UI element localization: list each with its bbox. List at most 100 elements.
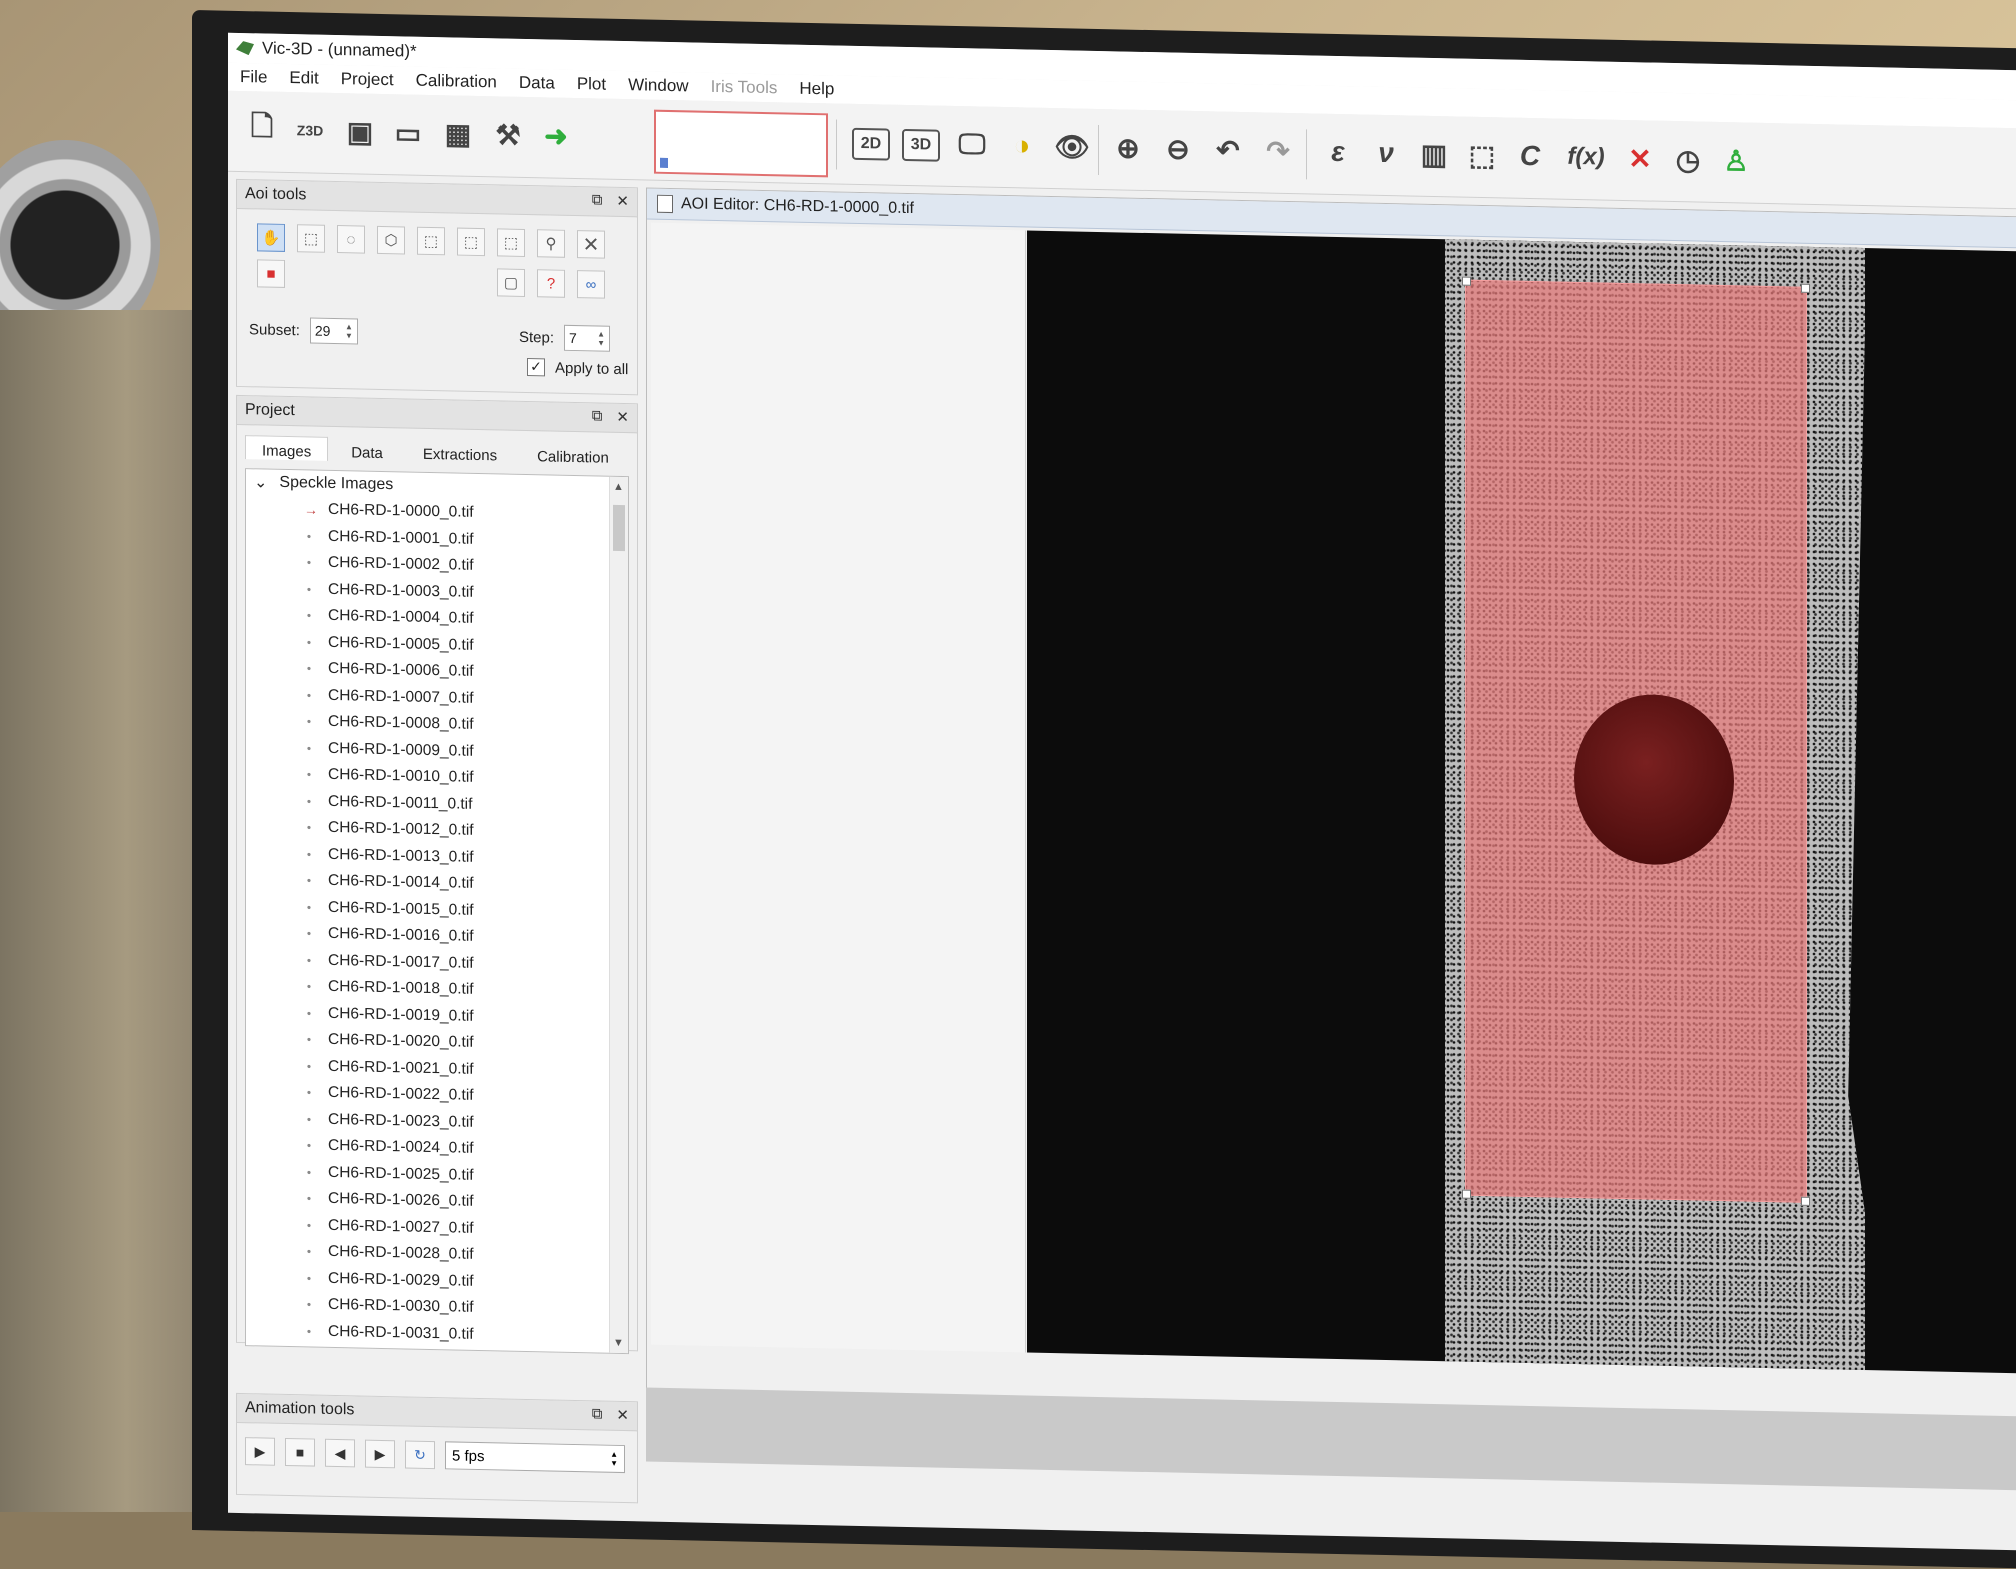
float-icon[interactable]: ⧉ bbox=[592, 1405, 603, 1423]
poly-select-icon[interactable]: ⬡ bbox=[377, 225, 405, 255]
menu-iris-tools[interactable]: Iris Tools bbox=[711, 77, 778, 98]
delete-icon[interactable]: ✕ bbox=[1620, 138, 1660, 179]
bullet-icon: • bbox=[306, 1191, 312, 1206]
help-icon[interactable]: ? bbox=[537, 269, 565, 298]
tab-data[interactable]: Data bbox=[334, 437, 400, 462]
zoom-in-icon[interactable]: ⊕ bbox=[1108, 127, 1148, 168]
rect-select-icon[interactable]: ⬚ bbox=[297, 224, 325, 253]
grid-icon[interactable]: ▢ bbox=[497, 268, 525, 297]
specimen bbox=[1445, 230, 1865, 1373]
aoi-handle[interactable] bbox=[1462, 1189, 1471, 1199]
seed-point-icon[interactable]: ⚲ bbox=[537, 229, 565, 258]
float-icon[interactable]: ⧉ bbox=[592, 407, 603, 425]
cabinet bbox=[0, 310, 210, 1512]
file-name: CH6-RD-1-0019_0.tif bbox=[328, 1004, 474, 1025]
eye-icon[interactable]: 👁 bbox=[1052, 126, 1092, 167]
close-icon[interactable]: ✕ bbox=[616, 408, 629, 426]
monitor: Vic-3D - (unnamed)* File Edit Project Ca… bbox=[192, 10, 2016, 1569]
scroll-thumb[interactable] bbox=[613, 504, 625, 552]
file-name: CH6-RD-1-0011_0.tif bbox=[328, 792, 473, 813]
subset-spinbox[interactable]: 29 ▲ ▼ bbox=[309, 317, 358, 345]
close-icon[interactable]: ✕ bbox=[616, 1406, 629, 1424]
bullet-icon: • bbox=[306, 1218, 312, 1233]
file-name: CH6-RD-1-0009_0.tif bbox=[328, 739, 474, 760]
menu-window[interactable]: Window bbox=[628, 75, 688, 96]
poly-cut-icon[interactable]: ⬚ bbox=[497, 228, 525, 257]
stop-icon[interactable]: ■ bbox=[285, 1437, 315, 1467]
monitor-icon[interactable]: 🖵 bbox=[952, 124, 992, 165]
tab-calibration[interactable]: Calibration bbox=[520, 441, 626, 467]
subset-row: Subset: 29 ▲ ▼ bbox=[249, 316, 358, 345]
color-icon[interactable]: ■ bbox=[257, 259, 285, 288]
file-name: CH6-RD-1-0020_0.tif bbox=[328, 1031, 474, 1052]
redo-icon[interactable]: ↷ bbox=[1258, 130, 1298, 171]
menu-file[interactable]: File bbox=[240, 67, 267, 88]
menu-data[interactable]: Data bbox=[519, 73, 555, 94]
loop-icon[interactable]: ↻ bbox=[405, 1440, 435, 1470]
tree-scrollbar[interactable]: ▲ ▼ bbox=[609, 476, 628, 1354]
chevron-down-icon[interactable]: ⌄ bbox=[254, 472, 267, 492]
step-spinbox[interactable]: 7 ▲ ▼ bbox=[564, 324, 611, 352]
tab-images[interactable]: Images bbox=[245, 435, 329, 461]
float-icon[interactable]: ⧉ bbox=[592, 191, 603, 209]
target-icon[interactable]: ◑ bbox=[1002, 125, 1042, 166]
open-folder-icon[interactable]: ▭ bbox=[388, 112, 428, 153]
aoi-region[interactable] bbox=[1462, 276, 1810, 1206]
menu-project[interactable]: Project bbox=[341, 69, 394, 90]
bullet-icon: • bbox=[306, 555, 312, 570]
view-3d-button[interactable]: 3D bbox=[902, 128, 940, 162]
step-back-icon[interactable]: ◀ bbox=[325, 1438, 355, 1468]
calendar-icon[interactable]: ▦ bbox=[438, 113, 478, 154]
view-2d-button[interactable]: 2D bbox=[852, 127, 890, 161]
inspect-box-icon[interactable]: ⬚ bbox=[1462, 135, 1502, 176]
clock-icon[interactable]: ◷ bbox=[1668, 139, 1708, 180]
speckle-image-canvas[interactable] bbox=[1027, 230, 2016, 1374]
project-panel: Project ⧉ ✕ Images Data Extractions Calib… bbox=[236, 394, 638, 1355]
new-file-icon[interactable]: 🗋 bbox=[242, 109, 282, 150]
open-z3d-icon[interactable]: Z3D bbox=[290, 110, 330, 151]
cut-icon[interactable]: ⬚ bbox=[457, 227, 485, 257]
document-icon bbox=[657, 194, 673, 214]
function-icon[interactable]: f(x) bbox=[1558, 137, 1614, 178]
spin-arrows-icon[interactable]: ▲ ▼ bbox=[597, 329, 605, 347]
rect-add-icon[interactable]: ⬚ bbox=[417, 226, 445, 256]
strain-epsilon-icon[interactable]: ε bbox=[1318, 132, 1358, 173]
scroll-up-icon[interactable]: ▲ bbox=[613, 481, 624, 493]
run-analysis-icon[interactable]: ➜ bbox=[536, 115, 576, 156]
menu-edit[interactable]: Edit bbox=[289, 68, 318, 89]
aoi-tools-panel: Aoi tools ⧉ ✕ ✋ ⬚ ◌ ⬡ ⬚ ⬚ ⬚ ⚲ ✕ ■ ▢ ? ∞ S… bbox=[236, 178, 638, 396]
close-icon[interactable]: ✕ bbox=[616, 192, 629, 210]
bullet-icon: • bbox=[306, 847, 312, 862]
zoom-out-icon[interactable]: ⊖ bbox=[1158, 128, 1198, 169]
ellipse-select-icon[interactable]: ◌ bbox=[337, 225, 365, 254]
apply-all-checkbox[interactable]: ✓ bbox=[527, 358, 545, 377]
calibration-tool-icon[interactable]: ⚒ bbox=[488, 114, 528, 155]
tab-extractions[interactable]: Extractions bbox=[406, 438, 514, 465]
spin-arrows-icon[interactable]: ▲ ▼ bbox=[610, 1450, 618, 1468]
clear-aoi-icon[interactable]: ✕ bbox=[577, 230, 605, 259]
menu-plot[interactable]: Plot bbox=[577, 74, 606, 95]
aoi-handle[interactable] bbox=[1801, 283, 1810, 293]
undo-icon[interactable]: ↶ bbox=[1208, 129, 1248, 170]
aoi-handle[interactable] bbox=[1801, 1196, 1810, 1206]
c-tool-icon[interactable]: C bbox=[1510, 136, 1550, 177]
scroll-down-icon[interactable]: ▼ bbox=[613, 1337, 624, 1349]
file-name: CH6-RD-1-0001_0.tif bbox=[328, 527, 474, 548]
aoi-handle[interactable] bbox=[1462, 276, 1471, 286]
menu-calibration[interactable]: Calibration bbox=[416, 71, 497, 93]
file-name: CH6-RD-1-0029_0.tif bbox=[328, 1269, 474, 1290]
user-icon[interactable]: ♙ bbox=[1716, 140, 1756, 181]
file-name: CH6-RD-1-0002_0.tif bbox=[328, 554, 474, 575]
play-icon[interactable]: ▶ bbox=[245, 1437, 275, 1466]
bar-chart-icon[interactable]: ▥ bbox=[1414, 134, 1454, 175]
pan-hand-icon[interactable]: ✋ bbox=[257, 223, 285, 252]
poisson-nu-icon[interactable]: ν bbox=[1366, 133, 1406, 174]
project-title: Project bbox=[245, 401, 295, 420]
save-icon[interactable]: ▣ bbox=[340, 111, 380, 152]
fps-spinbox[interactable]: 5 fps ▲ ▼ bbox=[445, 1441, 625, 1474]
link-icon[interactable]: ∞ bbox=[577, 270, 605, 299]
spin-arrows-icon[interactable]: ▲ ▼ bbox=[345, 322, 353, 340]
file-name: CH6-RD-1-0024_0.tif bbox=[328, 1137, 474, 1158]
step-forward-icon[interactable]: ▶ bbox=[365, 1439, 395, 1469]
menu-help[interactable]: Help bbox=[799, 79, 834, 100]
